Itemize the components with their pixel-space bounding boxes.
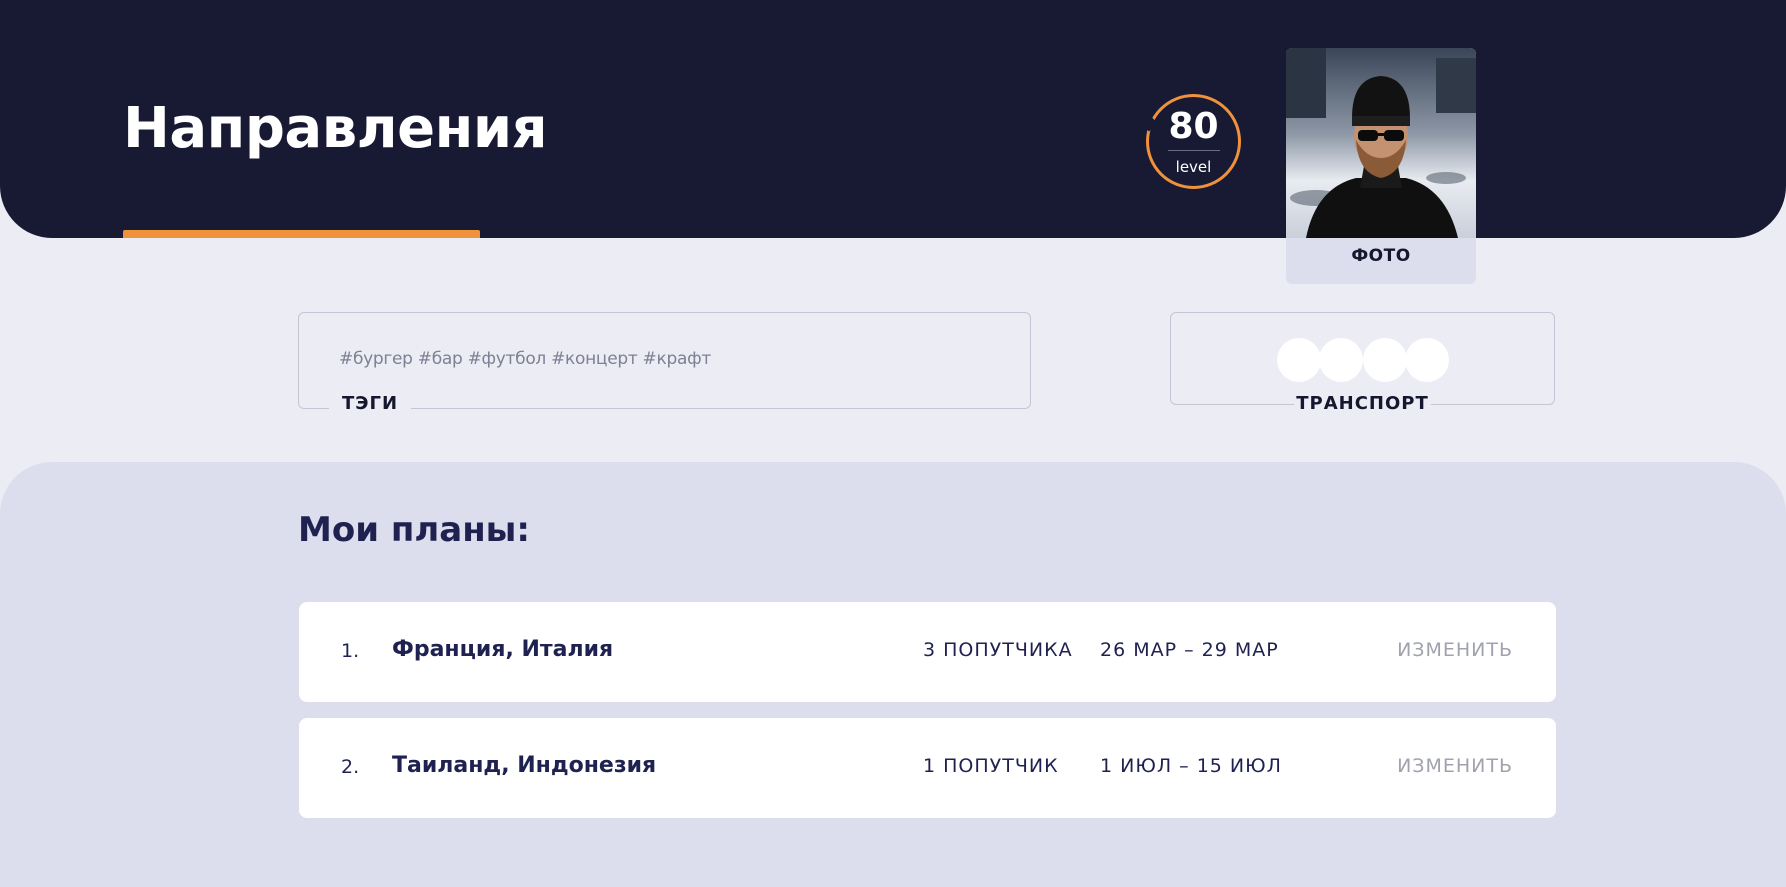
level-badge: 80 level — [1146, 94, 1241, 189]
level-label: level — [1175, 158, 1212, 176]
plan-companions: 1 ПОПУТЧИК — [923, 755, 1059, 777]
title-underline — [123, 230, 480, 238]
transport-label-wrap: ТРАНСПОРТ — [1171, 393, 1554, 414]
photo-card[interactable]: ФОТО — [1286, 48, 1476, 284]
transport-options — [1277, 338, 1449, 382]
plan-companions: 3 ПОПУТЧИКА — [923, 639, 1073, 661]
plan-destination: Таиланд, Индонезия — [392, 753, 657, 778]
plans-title: Мои планы: — [298, 510, 531, 550]
plan-row: 1. Франция, Италия 3 ПОПУТЧИКА 26 МАР – … — [299, 602, 1556, 702]
transport-label: ТРАНСПОРТ — [1294, 393, 1431, 414]
tags-value: #бургер #бар #футбол #концерт #крафт — [339, 349, 711, 369]
plan-dates: 26 МАР – 29 МАР — [1100, 639, 1279, 661]
tags-label: ТЭГИ — [329, 393, 412, 414]
profile-photo — [1286, 48, 1476, 238]
transport-option[interactable] — [1405, 338, 1449, 382]
edit-plan-button[interactable]: ИЗМЕНИТЬ — [1397, 755, 1513, 777]
plan-number: 2. — [341, 756, 360, 778]
tags-field[interactable]: #бургер #бар #футбол #концерт #крафт ТЭГ… — [298, 312, 1031, 414]
transport-option[interactable] — [1319, 338, 1363, 382]
plan-dates: 1 ИЮЛ – 15 ИЮЛ — [1100, 755, 1282, 777]
transport-option[interactable] — [1277, 338, 1321, 382]
plan-row: 2. Таиланд, Индонезия 1 ПОПУТЧИК 1 ИЮЛ –… — [299, 718, 1556, 818]
plans-section: Мои планы: 1. Франция, Италия 3 ПОПУТЧИК… — [0, 462, 1786, 887]
plan-destination: Франция, Италия — [392, 637, 614, 662]
header: Направления 80 level — [0, 0, 1786, 238]
photo-label: ФОТО — [1351, 246, 1411, 266]
edit-plan-button[interactable]: ИЗМЕНИТЬ — [1397, 639, 1513, 661]
transport-field[interactable]: ТРАНСПОРТ — [1170, 312, 1555, 414]
transport-option[interactable] — [1363, 338, 1407, 382]
page-title: Направления — [123, 96, 548, 161]
level-value: 80 — [1167, 108, 1220, 151]
plan-number: 1. — [341, 640, 360, 662]
